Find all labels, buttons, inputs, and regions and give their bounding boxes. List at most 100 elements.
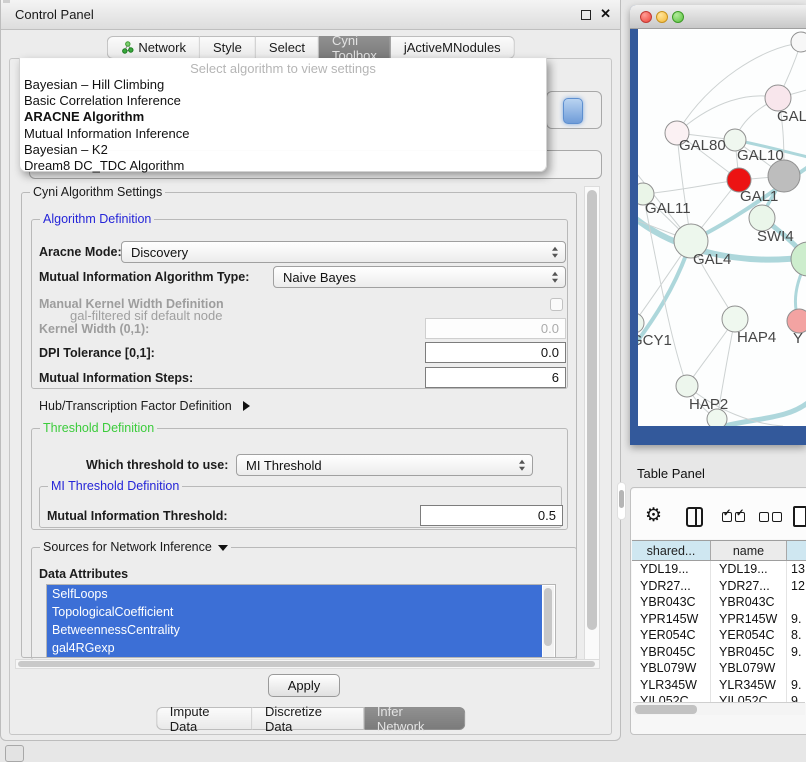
- settings-hscrollbar-thumb[interactable]: [18, 661, 595, 667]
- table-body: YDL19...YDL19...13YDR27...YDR27...12YBR0…: [632, 561, 806, 703]
- hub-definition-toggle[interactable]: Hub/Transcription Factor Definition: [39, 399, 250, 413]
- table-cell: YER054C: [632, 627, 711, 644]
- gear-icon[interactable]: ⚙: [645, 504, 662, 527]
- table-cell: YBL079W: [632, 660, 711, 677]
- table-cell: YBR043C: [632, 594, 711, 611]
- table-row[interactable]: YBR045CYBR045C9.: [632, 644, 806, 661]
- table-row[interactable]: YDL19...YDL19...13: [632, 561, 806, 578]
- tab-infer-network[interactable]: Infer Network: [364, 707, 465, 730]
- close-traffic-light-icon[interactable]: [640, 11, 652, 23]
- table-cell: [787, 660, 806, 677]
- table-cell: YPR145W: [632, 611, 711, 628]
- cyni-settings-group-title: Cyni Algorithm Settings: [30, 185, 165, 199]
- table-cell: [787, 594, 806, 611]
- table-hscrollbar-thumb[interactable]: [635, 705, 697, 714]
- tab-label: jActiveMNodules: [404, 40, 501, 55]
- algorithm-option-aracne-algorithm[interactable]: ARACNE Algorithm: [20, 109, 546, 125]
- tab-impute-data[interactable]: Impute Data: [156, 707, 252, 730]
- unchecked-checkbox-icon[interactable]: [759, 512, 769, 522]
- control-panel-titlebar: Control Panel ✕: [1, 0, 620, 30]
- algorithm-option-dream8-dc-tdc-algorithm[interactable]: Dream8 DC_TDC Algorithm: [20, 158, 546, 174]
- tab-network[interactable]: Network: [106, 36, 200, 59]
- source-item-gal4rgexp[interactable]: gal4RGexp: [47, 639, 542, 657]
- source-item-betweennesscentrality[interactable]: BetweennessCentrality: [47, 621, 542, 639]
- mi-steps-label: Mutual Information Steps:: [39, 371, 193, 385]
- source-item-selfloops[interactable]: SelfLoops: [47, 585, 542, 603]
- column-header-name[interactable]: name: [711, 541, 787, 560]
- apply-button[interactable]: Apply: [268, 674, 340, 697]
- tab-discretize-data[interactable]: Discretize Data: [252, 707, 364, 730]
- kernel-width-field[interactable]: [425, 318, 566, 339]
- checked-checkbox-icon[interactable]: [722, 512, 732, 522]
- settings-vertical-scrollbar[interactable]: [584, 186, 600, 663]
- network-node-label: GAL11: [645, 200, 691, 217]
- table-cell: YDL19...: [711, 561, 787, 578]
- algorithm-option-basic-correlation-inference[interactable]: Basic Correlation Inference: [20, 93, 546, 109]
- network-node[interactable]: [791, 32, 806, 52]
- settings-horizontal-scrollbar[interactable]: [15, 659, 600, 669]
- source-item-topologicalcoefficient[interactable]: TopologicalCoefficient: [47, 603, 542, 621]
- minimize-traffic-light-icon[interactable]: [656, 11, 668, 23]
- stepper-arrows-icon: [552, 272, 558, 283]
- network-icon: [120, 41, 133, 54]
- list-vertical-scrollbar[interactable]: [543, 586, 554, 657]
- float-window-icon[interactable]: [581, 10, 591, 20]
- algorithm-option-bayesian-k2[interactable]: Bayesian – K2: [20, 142, 546, 158]
- document-icon[interactable]: [793, 506, 806, 527]
- network-graph: GALGAL80GAL10GAL1GAL11SWI4GAL4GCY1HAP4YH…: [638, 29, 806, 426]
- network-node-label: GAL80: [679, 137, 726, 154]
- network-node-label: GAL10: [737, 147, 784, 164]
- minimized-panel-button[interactable]: [5, 745, 24, 762]
- settings-scrollbar-thumb[interactable]: [587, 190, 597, 630]
- tab-style[interactable]: Style: [200, 36, 256, 59]
- table-cell: YLR345W: [711, 677, 787, 694]
- algorithm-option-mutual-information-inference[interactable]: Mutual Information Inference: [20, 126, 546, 142]
- column-header-shared[interactable]: shared...: [632, 541, 711, 560]
- table-panel-title: Table Panel: [637, 466, 705, 481]
- threshold-definition-title: Threshold Definition: [40, 421, 157, 435]
- stepper-arrows-icon: [519, 460, 525, 471]
- aracne-mode-select[interactable]: Discovery: [121, 241, 566, 263]
- mi-threshold-field[interactable]: [420, 505, 563, 526]
- data-attributes-list[interactable]: SelfLoopsTopologicalCoefficientBetweenne…: [46, 584, 556, 658]
- checked-checkbox-icon[interactable]: [735, 512, 745, 522]
- table-horizontal-scrollbar[interactable]: [633, 702, 805, 715]
- table-row[interactable]: YPR145WYPR145W9.: [632, 611, 806, 628]
- which-threshold-select[interactable]: MI Threshold: [236, 454, 533, 476]
- sources-group-title[interactable]: Sources for Network Inference: [40, 540, 231, 554]
- mi-type-select[interactable]: Naive Bayes: [273, 266, 566, 288]
- table-row[interactable]: YDR27...YDR27...12: [632, 578, 806, 595]
- dpi-tolerance-label: DPI Tolerance [0,1]:: [39, 346, 155, 360]
- table-row[interactable]: YBR043CYBR043C: [632, 594, 806, 611]
- network-node[interactable]: [791, 242, 806, 276]
- panel-title: Control Panel: [15, 0, 94, 30]
- network-window-titlebar[interactable]: [630, 5, 806, 29]
- table-row[interactable]: YER054CYER054C8.: [632, 627, 806, 644]
- table-cell: YLR345W: [632, 677, 711, 694]
- zoom-traffic-light-icon[interactable]: [672, 11, 684, 23]
- scrollbar-fragment[interactable]: [617, 482, 626, 520]
- table-cell: YDL19...: [632, 561, 711, 578]
- tab-jactivemnodules[interactable]: jActiveMNodules: [391, 36, 515, 59]
- algorithm-definition-title: Algorithm Definition: [40, 212, 154, 226]
- table-row[interactable]: YLR345WYLR345W9.: [632, 677, 806, 694]
- split-columns-icon[interactable]: [686, 507, 703, 527]
- tab-select[interactable]: Select: [256, 36, 319, 59]
- collapsed-arrow-icon: [243, 401, 250, 411]
- network-node-hap2[interactable]: [676, 375, 698, 397]
- unchecked-checkbox-icon[interactable]: [772, 512, 782, 522]
- manual-kernel-checkbox[interactable]: [550, 298, 563, 311]
- table-row[interactable]: YBL079WYBL079W: [632, 660, 806, 677]
- scrollbar-fragment-thumb: [619, 490, 624, 508]
- column-header-2[interactable]: [787, 541, 806, 560]
- dpi-tolerance-field[interactable]: [425, 342, 566, 363]
- mi-steps-field[interactable]: [425, 367, 566, 388]
- combo-stepper-fragment[interactable]: [563, 98, 583, 124]
- algorithm-option-bayesian-hill-climbing[interactable]: Bayesian – Hill Climbing: [20, 77, 546, 93]
- list-scrollbar-thumb[interactable]: [544, 588, 552, 646]
- network-canvas[interactable]: GALGAL80GAL10GAL1GAL11SWI4GAL4GCY1HAP4YH…: [638, 29, 806, 426]
- which-threshold-value: MI Threshold: [246, 458, 322, 473]
- tab-cyni-toolbox[interactable]: Cyni Toolbox: [319, 36, 391, 59]
- node-table[interactable]: shared...name YDL19...YDL19...13YDR27...…: [632, 540, 806, 703]
- close-icon[interactable]: ✕: [600, 6, 611, 22]
